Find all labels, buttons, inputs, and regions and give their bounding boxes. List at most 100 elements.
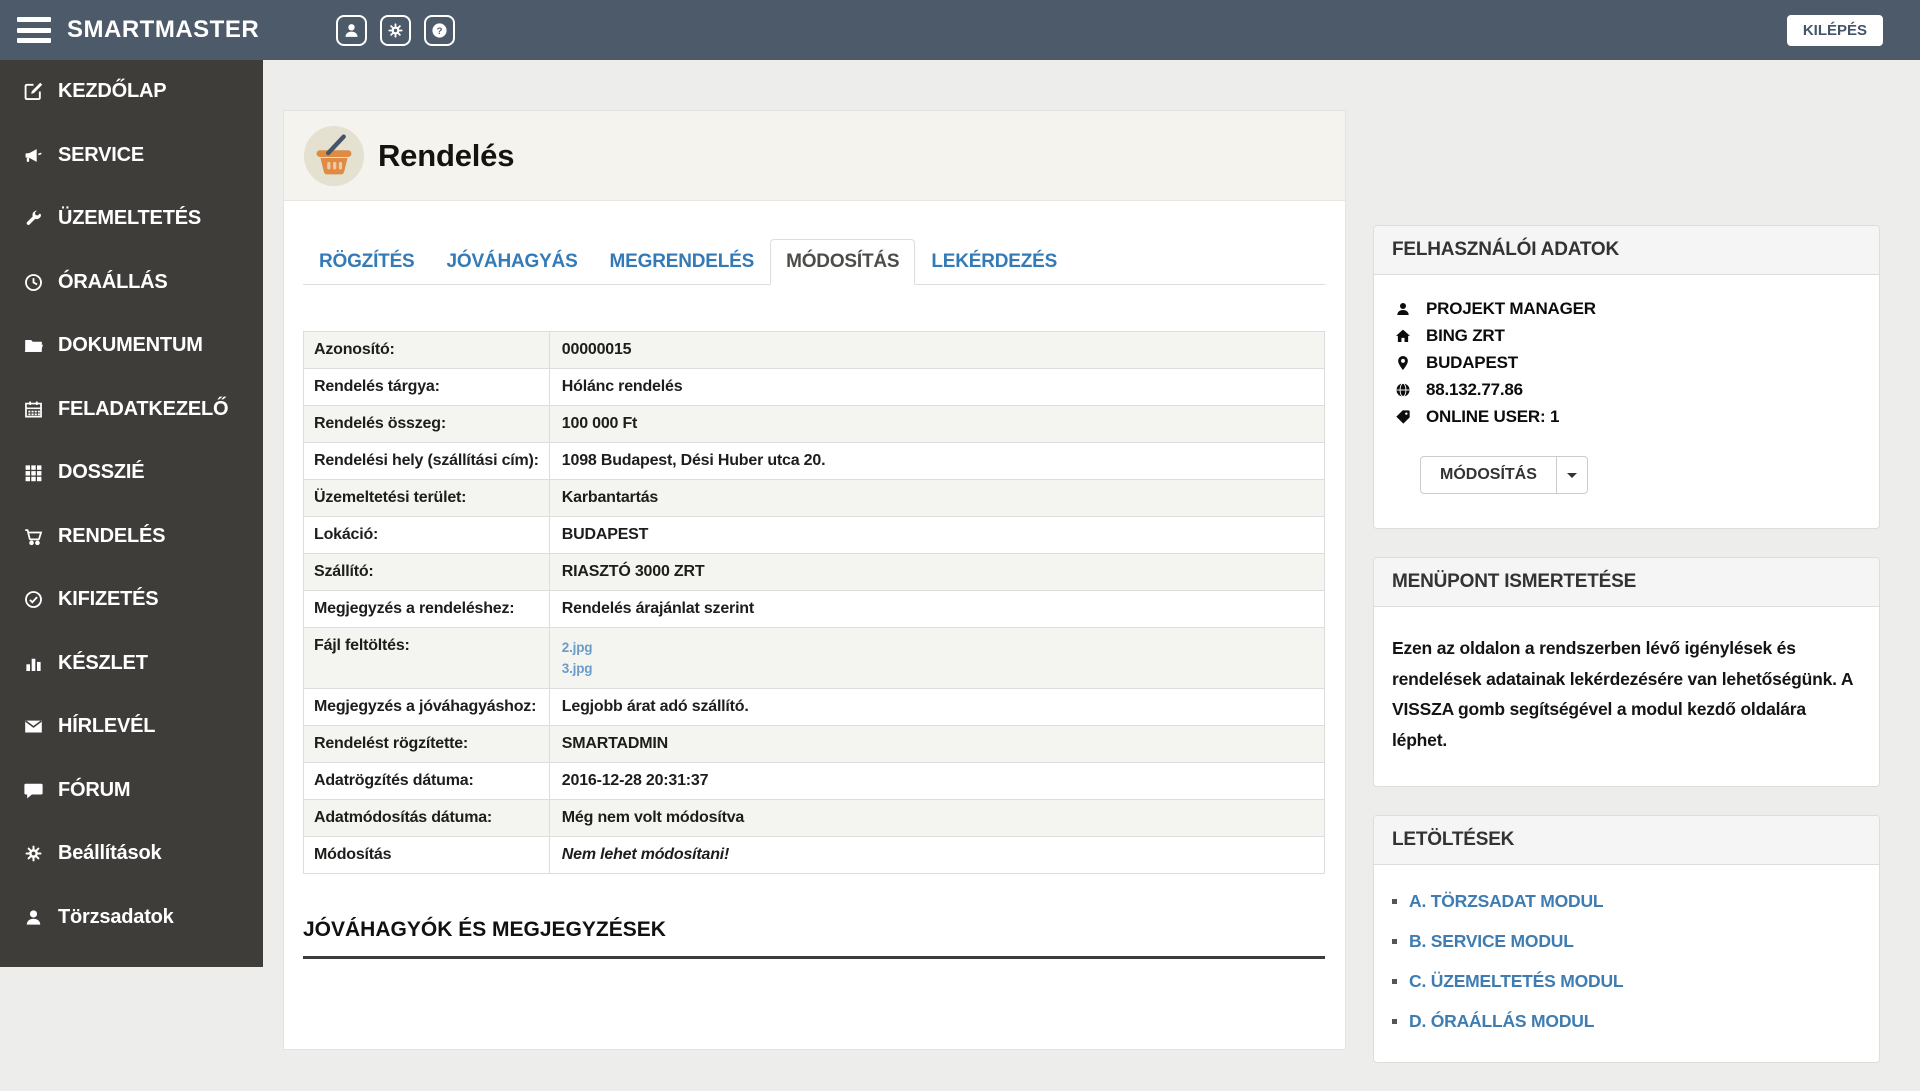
gear-icon xyxy=(21,844,45,863)
user-data-text: PROJEKT MANAGER xyxy=(1426,299,1596,319)
user-data-text: ONLINE USER: 1 xyxy=(1426,407,1559,427)
download-link-d-oraallas-modul[interactable]: D. ÓRAÁLLÁS MODUL xyxy=(1409,1011,1594,1032)
sidebar-item-label: FELADATKEZELŐ xyxy=(58,398,228,421)
row-label: Megjegyzés a jóváhagyáshoz: xyxy=(304,689,550,726)
approvers-section-heading: JÓVÁHAGYÓK ÉS MEGJEGYZÉSEK xyxy=(303,918,1325,959)
user-icon xyxy=(1392,301,1414,317)
row-label: Adatrögzítés dátuma: xyxy=(304,763,550,800)
tab-link-rogzites[interactable]: RÖGZÍTÉS xyxy=(303,239,431,285)
table-row: Fájl feltöltés:2.jpg3.jpg xyxy=(304,628,1325,689)
megaphone-icon xyxy=(21,146,45,165)
table-row: Megjegyzés a jóváhagyáshoz:Legjobb árat … xyxy=(304,689,1325,726)
user-icon xyxy=(21,908,45,927)
sidebar-item-oraallas[interactable]: ÓRAÁLLÁS xyxy=(0,251,263,315)
help-button[interactable]: ? xyxy=(424,15,455,46)
sidebar-item-keszlet[interactable]: KÉSZLET xyxy=(0,632,263,696)
user-data-text: BUDAPEST xyxy=(1426,353,1518,373)
sidebar-item-feladatkezelo[interactable]: FELADATKEZELŐ xyxy=(0,378,263,442)
file-link[interactable]: 3.jpg xyxy=(562,658,1314,679)
order-card: Rendelés RÖGZÍTÉSJÓVÁHAGYÁSMEGRENDELÉSMÓ… xyxy=(283,110,1346,1050)
sidebar-item-label: FÓRUM xyxy=(58,779,130,802)
sidebar-item-label: ÜZEMELTETÉS xyxy=(58,207,201,230)
tab-megrendeles: MEGRENDELÉS xyxy=(594,239,771,285)
file-link[interactable]: 2.jpg xyxy=(562,637,1314,658)
row-value: RIASZTÓ 3000 ZRT xyxy=(549,554,1324,591)
bar-chart-icon xyxy=(21,654,45,673)
help-icon: ? xyxy=(431,22,448,39)
user-data-text: 88.132.77.86 xyxy=(1426,380,1523,400)
user-icon xyxy=(343,22,360,39)
table-row: Rendelés összeg:100 000 Ft xyxy=(304,406,1325,443)
tab-link-modositas[interactable]: MÓDOSÍTÁS xyxy=(770,239,915,285)
sidebar-item-beallitasok[interactable]: Beállítások xyxy=(0,822,263,886)
map-pin-icon xyxy=(1392,355,1414,371)
sidebar-item-rendeles[interactable]: RENDELÉS xyxy=(0,505,263,569)
user-data-panel: FELHASZNÁLÓI ADATOK PROJEKT MANAGER BING … xyxy=(1373,225,1880,529)
modify-button[interactable]: MÓDOSÍTÁS xyxy=(1420,456,1557,494)
logout-button[interactable]: KILÉPÉS xyxy=(1787,15,1883,46)
bullet-icon xyxy=(1392,1019,1397,1024)
download-link-a-torzsadat-modul[interactable]: A. TÖRZSADAT MODUL xyxy=(1409,891,1603,912)
menu-icon[interactable] xyxy=(17,17,51,43)
sidebar-item-label: KÉSZLET xyxy=(58,652,148,675)
download-link-c-uzemeltetes-modul[interactable]: C. ÜZEMELTETÉS MODUL xyxy=(1409,971,1623,992)
sidebar-item-uzemeltetes[interactable]: ÜZEMELTETÉS xyxy=(0,187,263,251)
downloads-panel: LETÖLTÉSEK A. TÖRZSADAT MODULB. SERVICE … xyxy=(1373,815,1880,1063)
tab-modositas: MÓDOSÍTÁS xyxy=(770,239,915,285)
edit-icon xyxy=(21,82,45,101)
sidebar-item-service[interactable]: SERVICE xyxy=(0,124,263,188)
sidebar-item-hirlevel[interactable]: HÍRLEVÉL xyxy=(0,695,263,759)
sidebar-nav: KEZDŐLAP SERVICE ÜZEMELTETÉS ÓRAÁLLÁS DOKUME… xyxy=(0,60,263,949)
order-tabs: RÖGZÍTÉSJÓVÁHAGYÁSMEGRENDELÉSMÓDOSÍTÁSLE… xyxy=(303,239,1325,285)
tag-icon xyxy=(1392,409,1414,425)
table-row: Lokáció:BUDAPEST xyxy=(304,517,1325,554)
order-details-table: Azonosító:00000015Rendelés tárgya:Hólánc… xyxy=(303,331,1325,874)
sidebar-item-label: Beállítások xyxy=(58,842,161,865)
row-value: Legjobb árat adó szállító. xyxy=(549,689,1324,726)
row-label: Üzemeltetési terület: xyxy=(304,480,550,517)
envelope-icon xyxy=(21,717,45,736)
cart-icon xyxy=(21,527,45,546)
globe-icon xyxy=(1392,382,1414,398)
right-column: FELHASZNÁLÓI ADATOK PROJEKT MANAGER BING … xyxy=(1373,225,1880,1091)
sidebar-item-dosszie[interactable]: DOSSZIÉ xyxy=(0,441,263,505)
grid-icon xyxy=(21,463,45,482)
bullet-icon xyxy=(1392,899,1397,904)
download-item: B. SERVICE MODUL xyxy=(1392,931,1861,952)
wrench-icon xyxy=(21,209,45,228)
tab-rogzites: RÖGZÍTÉS xyxy=(303,239,431,285)
table-row: Azonosító:00000015 xyxy=(304,332,1325,369)
sidebar-item-kifizetes[interactable]: KIFIZETÉS xyxy=(0,568,263,632)
settings-button[interactable] xyxy=(380,15,411,46)
row-value: Nem lehet módosítani! xyxy=(549,837,1324,874)
user-data-item: BING ZRT xyxy=(1392,326,1861,346)
sidebar-item-torzsadatok[interactable]: Törzsadatok xyxy=(0,886,263,950)
user-data-panel-title: FELHASZNÁLÓI ADATOK xyxy=(1374,226,1879,275)
svg-text:?: ? xyxy=(437,25,443,36)
download-item: C. ÜZEMELTETÉS MODUL xyxy=(1392,971,1861,992)
modify-dropdown-button[interactable] xyxy=(1557,456,1588,494)
table-row: Adatrögzítés dátuma:2016-12-28 20:31:37 xyxy=(304,763,1325,800)
user-button[interactable] xyxy=(336,15,367,46)
row-value: 100 000 Ft xyxy=(549,406,1324,443)
tab-link-lekerdezes[interactable]: LEKÉRDEZÉS xyxy=(915,239,1073,285)
row-value: Rendelés árajánlat szerint xyxy=(549,591,1324,628)
tab-link-megrendeles[interactable]: MEGRENDELÉS xyxy=(594,239,771,285)
clock-icon xyxy=(21,273,45,292)
row-label: Módosítás xyxy=(304,837,550,874)
tab-link-jovahagyas[interactable]: JÓVÁHAGYÁS xyxy=(431,239,594,285)
row-label: Rendelési hely (szállítási cím): xyxy=(304,443,550,480)
row-value: Még nem volt módosítva xyxy=(549,800,1324,837)
sidebar-item-forum[interactable]: FÓRUM xyxy=(0,759,263,823)
table-row: Megjegyzés a rendeléshez:Rendelés áraján… xyxy=(304,591,1325,628)
row-label: Rendelés összeg: xyxy=(304,406,550,443)
sidebar-item-dokumentum[interactable]: DOKUMENTUM xyxy=(0,314,263,378)
sidebar-item-label: DOKUMENTUM xyxy=(58,334,203,357)
sidebar-item-kezdolap[interactable]: KEZDŐLAP xyxy=(0,60,263,124)
sidebar-item-label: SERVICE xyxy=(58,144,144,167)
menu-info-panel: MENÜPONT ISMERTETÉSE Ezen az oldalon a r… xyxy=(1373,557,1880,787)
download-link-b-service-modul[interactable]: B. SERVICE MODUL xyxy=(1409,931,1574,952)
row-value: 00000015 xyxy=(549,332,1324,369)
row-label: Azonosító: xyxy=(304,332,550,369)
table-row: Rendelés tárgya:Hólánc rendelés xyxy=(304,369,1325,406)
